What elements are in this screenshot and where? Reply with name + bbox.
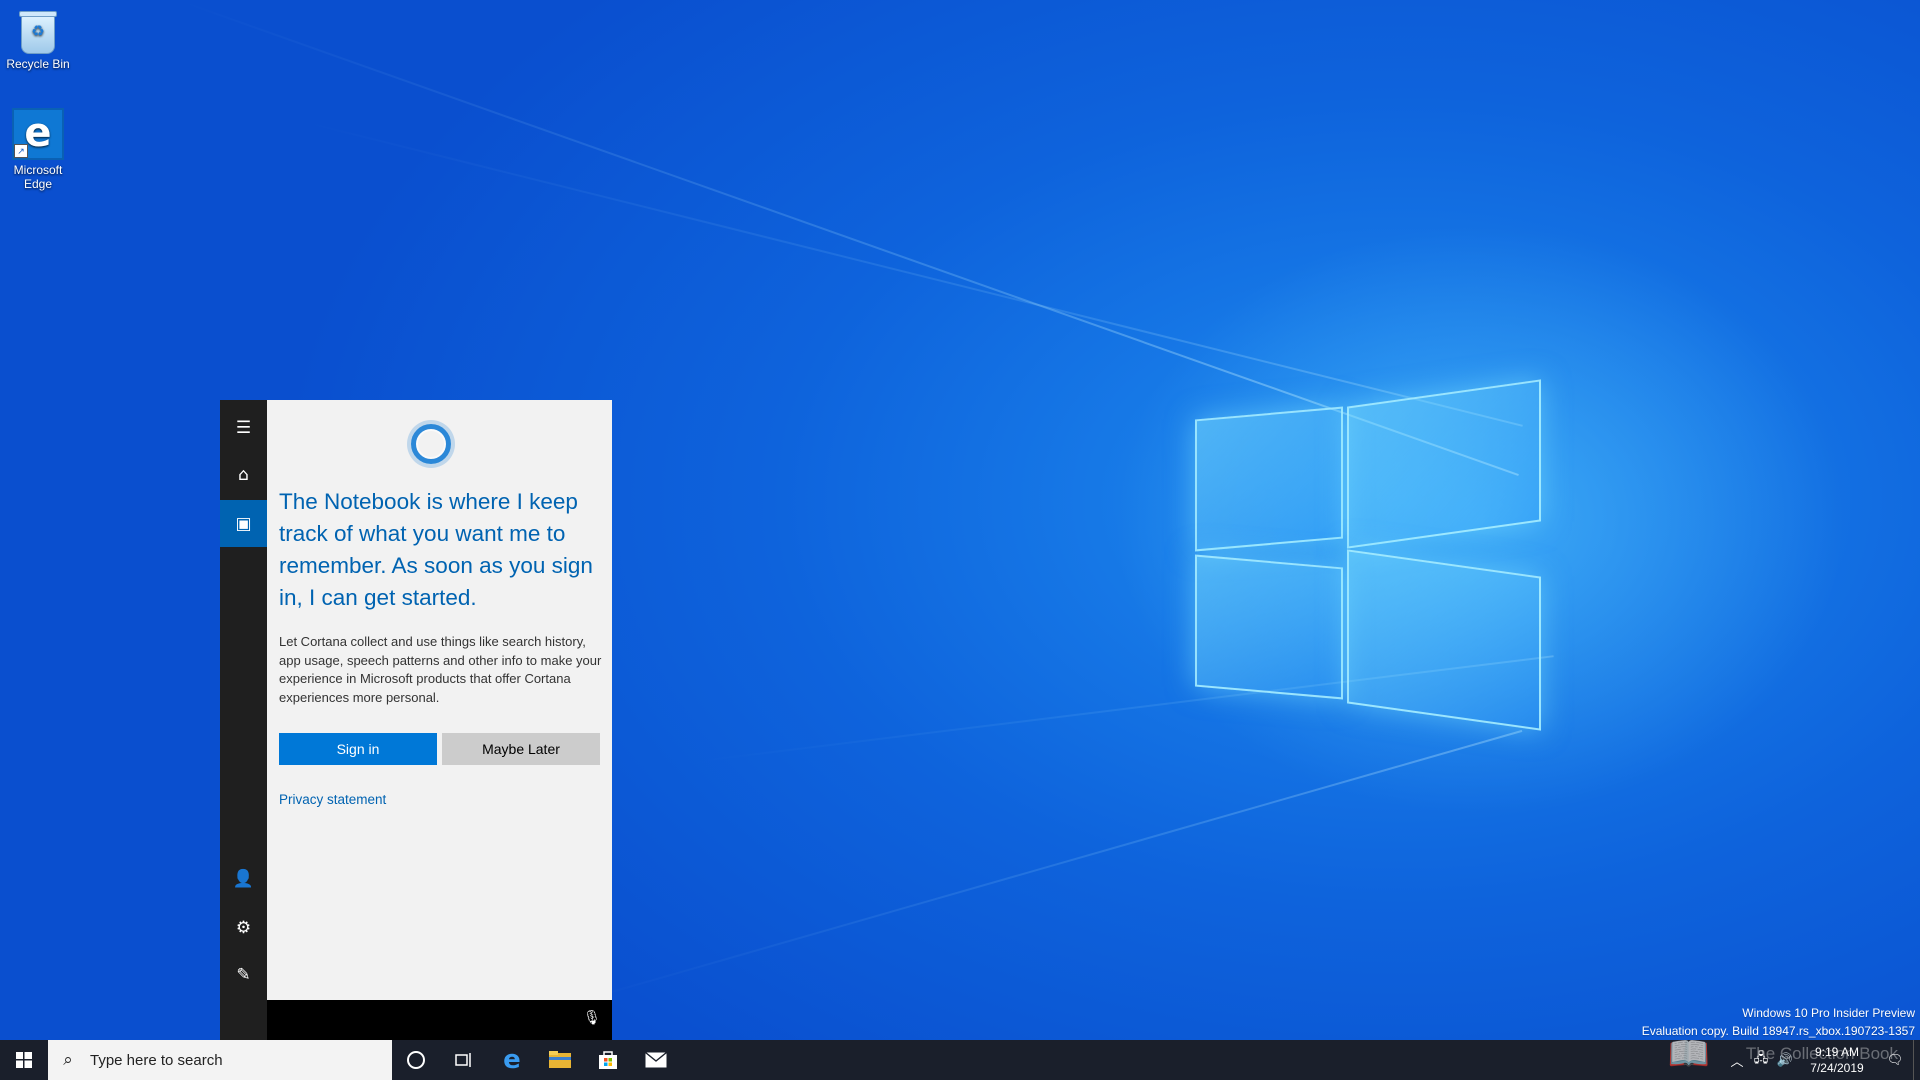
notebook-headline: The Notebook is where I keep track of wh… <box>279 489 593 610</box>
cortana-input-bar: 🎙 <box>267 1000 612 1040</box>
cortana-ring-icon <box>411 424 451 464</box>
mail-button[interactable] <box>632 1040 680 1080</box>
logo-pane <box>1347 549 1541 731</box>
logo-pane <box>1347 379 1541 549</box>
book-icon: 📖 <box>1667 1034 1710 1074</box>
feedback-button[interactable]: ✎ <box>220 951 267 998</box>
cortana-description: Let Cortana collect and use things like … <box>279 634 602 705</box>
notebook-button[interactable]: ▣ <box>220 500 267 547</box>
logo-pane <box>1195 406 1343 552</box>
taskbar-search-box[interactable]: ⌕ <box>48 1040 392 1080</box>
light-beam <box>299 120 1523 427</box>
hamburger-menu-icon: ☰ <box>235 417 252 438</box>
account-icon: 👤 <box>232 868 255 889</box>
mail-icon <box>645 1052 667 1068</box>
watermark-edition: Windows 10 Pro Insider Preview <box>1742 1006 1915 1020</box>
cortana-button[interactable] <box>392 1040 440 1080</box>
cortana-icon <box>407 1051 425 1069</box>
windows-logo-wallpaper <box>1195 379 1541 738</box>
logo-pane <box>1195 554 1343 700</box>
task-view-button[interactable] <box>440 1040 488 1080</box>
file-explorer-button[interactable] <box>536 1040 584 1080</box>
home-button[interactable]: ⌂ <box>220 451 267 498</box>
settings-button[interactable]: ⚙ <box>220 904 267 951</box>
search-input[interactable] <box>88 1050 382 1070</box>
start-button[interactable] <box>0 1040 48 1080</box>
start-icon <box>16 1052 32 1068</box>
store-icon <box>599 1051 617 1069</box>
show-desktop-button[interactable] <box>1913 1040 1920 1080</box>
microphone-icon[interactable]: 🎙 <box>582 1010 602 1030</box>
desktop-icon-recycle-bin[interactable]: ♻ Recycle Bin <box>0 8 76 71</box>
cortana-notebook-content: The Notebook is where I keep track of wh… <box>267 400 612 1000</box>
desktop-icon-microsoft-edge[interactable]: e ↗ Microsoft Edge <box>0 108 76 191</box>
desktop-icon-label: Recycle Bin <box>6 57 70 71</box>
shortcut-arrow-icon: ↗ <box>14 144 28 158</box>
cortana-panel: ☰ ⌂ ▣ 👤 ⚙ ✎ The Notebook is where I keep… <box>220 400 612 1040</box>
gear-icon: ⚙ <box>235 917 252 938</box>
desktop-icon-label: Microsoft Edge <box>13 163 63 191</box>
recycle-bin-icon: ♻ <box>19 11 57 54</box>
hamburger-menu-button[interactable]: ☰ <box>220 404 267 451</box>
edge-icon: e <box>503 1045 521 1075</box>
home-icon: ⌂ <box>238 464 249 485</box>
file-explorer-icon <box>549 1051 571 1068</box>
privacy-statement-link[interactable]: Privacy statement <box>279 792 386 807</box>
collection-book-watermark: The Collection Book <box>1745 1044 1898 1063</box>
search-icon: ⌕ <box>63 1050 73 1070</box>
task-view-icon <box>455 1053 471 1067</box>
account-button[interactable]: 👤 <box>220 855 267 902</box>
taskbar: ⌕ e ︿ 🖧 🔊 <box>0 1040 1920 1080</box>
maybe-later-button[interactable]: Maybe Later <box>442 733 600 765</box>
cortana-nav-rail: ☰ ⌂ ▣ 👤 ⚙ ✎ <box>220 400 267 1040</box>
feedback-icon: ✎ <box>236 964 251 985</box>
store-button[interactable] <box>584 1040 632 1080</box>
notebook-icon: ▣ <box>235 513 252 534</box>
light-beam <box>579 729 1523 1002</box>
taskbar-edge-button[interactable]: e <box>488 1040 536 1080</box>
sign-in-button[interactable]: Sign in <box>279 733 437 765</box>
edge-icon: e ↗ <box>12 108 64 160</box>
